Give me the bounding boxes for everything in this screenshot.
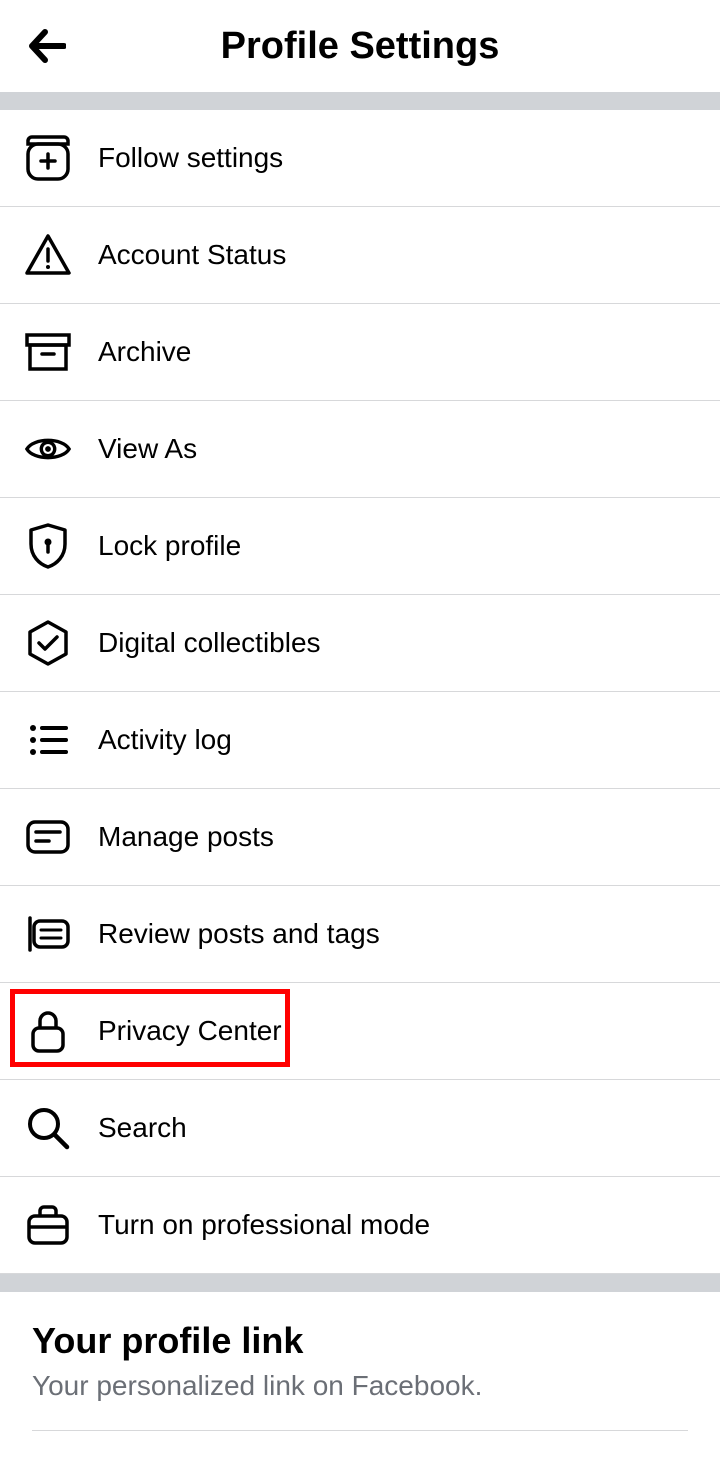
menu-item-manage-posts[interactable]: Manage posts — [0, 789, 720, 886]
menu-item-activity-log[interactable]: Activity log — [0, 692, 720, 789]
menu-item-digital-collectibles[interactable]: Digital collectibles — [0, 595, 720, 692]
eye-icon — [24, 425, 72, 473]
header: Profile Settings — [0, 0, 720, 92]
back-button[interactable] — [28, 29, 66, 63]
briefcase-icon — [24, 1201, 72, 1249]
section-divider-thick — [0, 1274, 720, 1292]
menu-item-view-as[interactable]: View As — [0, 401, 720, 498]
menu-item-label: Manage posts — [98, 821, 274, 853]
follow-icon — [24, 134, 72, 182]
review-tags-icon — [24, 910, 72, 958]
archive-icon — [24, 328, 72, 376]
menu-item-lock-profile[interactable]: Lock profile — [0, 498, 720, 595]
menu-item-label: Privacy Center — [98, 1015, 282, 1047]
menu-item-label: Review posts and tags — [98, 918, 380, 950]
manage-posts-icon — [24, 813, 72, 861]
menu-item-privacy-center[interactable]: Privacy Center — [0, 983, 720, 1080]
warning-icon — [24, 231, 72, 279]
menu-item-label: Digital collectibles — [98, 627, 321, 659]
page-title: Profile Settings — [24, 25, 696, 68]
thin-divider — [32, 1430, 688, 1431]
menu-item-follow-settings[interactable]: Follow settings — [0, 110, 720, 207]
menu-item-label: Turn on professional mode — [98, 1209, 430, 1241]
menu-item-label: Account Status — [98, 239, 286, 271]
menu-item-label: Archive — [98, 336, 191, 368]
activity-log-icon — [24, 716, 72, 764]
search-icon — [24, 1104, 72, 1152]
menu-item-label: Follow settings — [98, 142, 283, 174]
menu-item-label: Search — [98, 1112, 187, 1144]
menu-item-search[interactable]: Search — [0, 1080, 720, 1177]
profile-link-title: Your profile link — [32, 1320, 688, 1362]
shield-lock-icon — [24, 522, 72, 570]
menu-item-account-status[interactable]: Account Status — [0, 207, 720, 304]
profile-link-section: Your profile link Your personalized link… — [0, 1292, 720, 1431]
back-arrow-icon — [28, 29, 66, 63]
profile-link-subtitle: Your personalized link on Facebook. — [32, 1370, 688, 1402]
menu-item-archive[interactable]: Archive — [0, 304, 720, 401]
menu-item-label: View As — [98, 433, 197, 465]
section-divider-thick — [0, 92, 720, 110]
menu-item-review-posts-tags[interactable]: Review posts and tags — [0, 886, 720, 983]
menu-item-label: Lock profile — [98, 530, 241, 562]
settings-list: Follow settings Account Status Archive — [0, 110, 720, 1274]
lock-icon — [24, 1007, 72, 1055]
menu-item-label: Activity log — [98, 724, 232, 756]
menu-item-professional-mode[interactable]: Turn on professional mode — [0, 1177, 720, 1274]
hexagon-check-icon — [24, 619, 72, 667]
